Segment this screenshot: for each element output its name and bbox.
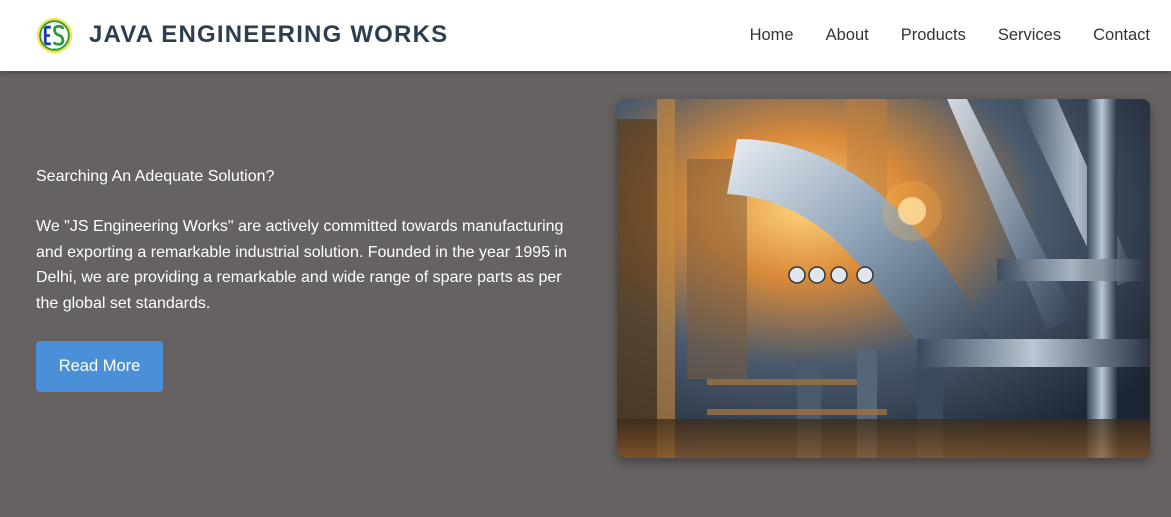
company-logo-icon (36, 17, 73, 53)
hero-text: Searching An Adequate Solution? We "JS E… (36, 164, 581, 316)
hero-kicker: Searching An Adequate Solution? (36, 168, 275, 185)
nav-home-link[interactable]: Home (750, 26, 794, 45)
hero-description: We "JS Engineering Works" are actively c… (36, 218, 567, 312)
brand[interactable]: JAVA ENGINEERING WORKS (36, 15, 448, 55)
brand-name: JAVA ENGINEERING WORKS (89, 21, 449, 48)
nav-about-link[interactable]: About (826, 26, 869, 45)
industrial-pipes-illustration (617, 99, 1150, 458)
read-more-button[interactable]: Read More (36, 341, 163, 392)
hero-image (617, 99, 1150, 458)
nav-contact-link[interactable]: Contact (1093, 26, 1150, 45)
nav-products-link[interactable]: Products (901, 26, 966, 45)
main-nav: Home About Products Services Contact (718, 0, 1150, 71)
nav-services-link[interactable]: Services (998, 26, 1061, 45)
navbar: JAVA ENGINEERING WORKS Home About Produc… (0, 0, 1171, 71)
